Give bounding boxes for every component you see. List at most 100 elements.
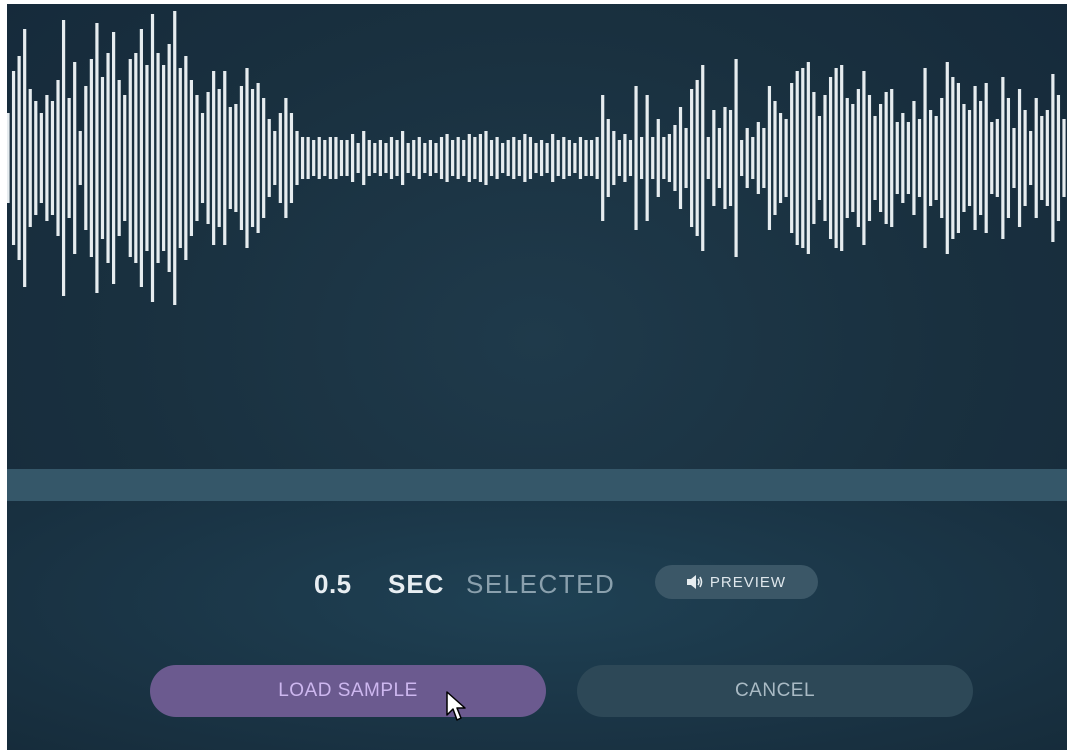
waveform-bar (673, 125, 677, 191)
waveform-bar (990, 122, 994, 194)
waveform-bar (462, 140, 466, 176)
waveform-bar (328, 137, 332, 179)
waveform-bar (267, 119, 271, 197)
waveform-bar (962, 104, 966, 212)
waveform-bar (1040, 116, 1044, 200)
waveform-bar (473, 137, 477, 179)
waveform-bar (1012, 128, 1016, 188)
waveform-bar (156, 53, 160, 263)
waveform-bar (506, 140, 510, 176)
waveform-bar (767, 86, 772, 230)
waveform-bar (78, 131, 82, 185)
waveform-bar (840, 65, 844, 251)
waveform-bar (612, 131, 616, 185)
waveform-bar (873, 116, 877, 200)
waveform-bar (1017, 89, 1022, 227)
waveform-bar (317, 137, 321, 179)
waveform-display[interactable] (7, 4, 1067, 469)
waveform-bar (795, 71, 799, 245)
waveform-bar (273, 131, 277, 185)
waveform-bar (545, 143, 549, 173)
waveform-graphic (7, 11, 1066, 305)
waveform-bar (573, 143, 577, 173)
sample-editor-window (7, 4, 1067, 750)
waveform-bar (34, 101, 38, 215)
waveform-bar (617, 140, 621, 176)
waveform-bar (50, 101, 55, 215)
waveform-bar (856, 89, 860, 227)
waveform-bar (167, 44, 171, 272)
waveform-bar (28, 89, 32, 227)
waveform-bar (61, 20, 66, 296)
waveform-bar (740, 140, 744, 176)
waveform-bar (89, 59, 93, 257)
waveform-bar (512, 137, 516, 179)
selection-duration-value: 0.5 (314, 569, 352, 599)
mouse-pointer-icon (446, 691, 466, 721)
waveform-bar (967, 110, 972, 206)
waveform-bar (806, 62, 810, 254)
waveform-bar (173, 11, 177, 305)
waveform-bar (195, 95, 199, 221)
waveform-bar (139, 29, 143, 287)
waveform-bar (495, 137, 499, 179)
waveform-bar (1023, 110, 1027, 206)
waveform-bar (778, 113, 783, 203)
waveform-bar (217, 89, 221, 227)
waveform-bar (417, 137, 421, 179)
waveform-bar (489, 140, 494, 176)
waveform-bar (223, 71, 227, 245)
waveform-bar (123, 95, 127, 221)
waveform-bar (851, 104, 855, 212)
waveform-bar (345, 140, 349, 176)
selection-duration-suffix: SELECTED (466, 569, 616, 599)
waveform-bar (867, 95, 872, 221)
waveform-bar (995, 119, 999, 197)
waveform-bar (790, 83, 794, 233)
waveform-bar (501, 143, 505, 173)
waveform-bar (528, 137, 533, 179)
waveform-bar (951, 77, 955, 239)
waveform-bar (11, 71, 16, 245)
waveform-bar (239, 86, 244, 230)
waveform-bar (823, 95, 827, 221)
waveform-bar (723, 107, 727, 209)
waveform-bar (367, 140, 371, 176)
waveform-bar (595, 137, 599, 179)
waveform-bar (751, 137, 755, 179)
waveform-bar (728, 110, 733, 206)
waveform-bar (589, 140, 594, 176)
waveform-bar (1034, 98, 1038, 218)
preview-label: PREVIEW (709, 573, 787, 591)
waveform-bar (817, 116, 822, 200)
waveform-scrollbar[interactable] (7, 469, 1067, 501)
waveform-bar (384, 143, 388, 173)
waveform-bar (562, 137, 566, 179)
waveform-bar (706, 137, 710, 179)
waveform-bar (84, 86, 88, 230)
waveform-bar (662, 137, 666, 179)
waveform-bar (300, 137, 305, 179)
waveform-bar (773, 101, 777, 215)
load-sample-button[interactable]: LOAD SAMPLE (150, 665, 546, 717)
waveform-bar (428, 140, 432, 176)
waveform-bar (206, 92, 210, 224)
waveform-bar (834, 68, 838, 248)
waveform-bar (923, 68, 927, 248)
waveform-bar (406, 143, 410, 173)
waveform-bar (150, 14, 155, 302)
waveform-bar (517, 140, 521, 176)
waveform-bar (7, 113, 10, 203)
waveform-bar (423, 143, 427, 173)
waveform-bar (200, 113, 205, 203)
waveform-bar (145, 65, 149, 251)
waveform-bar (623, 134, 627, 182)
cancel-button[interactable]: CANCEL (577, 665, 973, 717)
waveform-bar (551, 134, 555, 182)
waveform-bar (584, 140, 588, 176)
waveform-bar (262, 98, 266, 218)
preview-button[interactable]: PREVIEW (655, 565, 818, 599)
waveform-bar (467, 134, 471, 182)
waveform-bar (601, 95, 605, 221)
waveform-bar (656, 119, 660, 197)
